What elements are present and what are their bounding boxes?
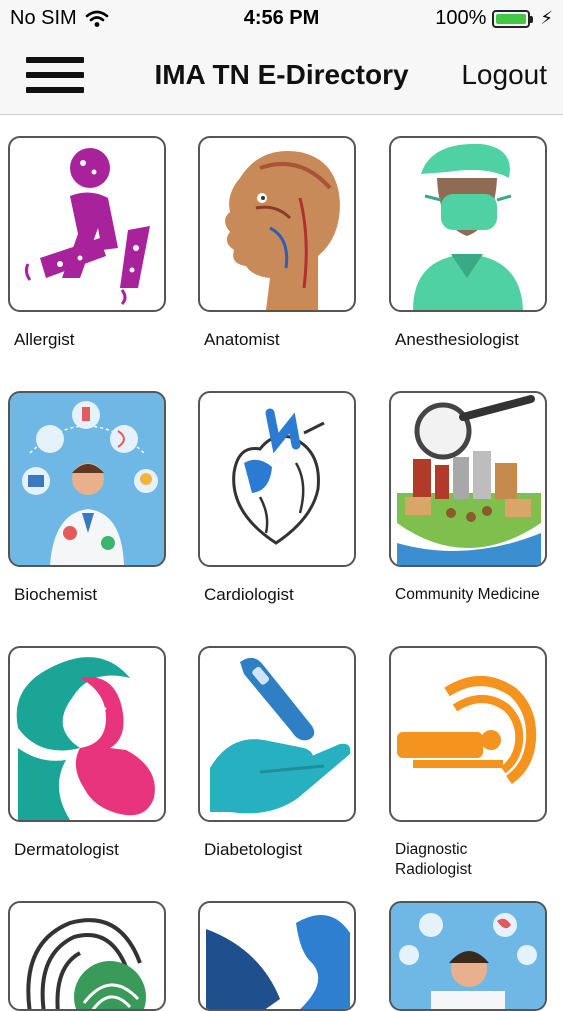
tile-label: Diabetologist bbox=[204, 840, 303, 859]
tile-label: Anesthesiologist bbox=[395, 330, 519, 349]
community-medicine-image bbox=[389, 391, 547, 567]
cardiologist-image bbox=[198, 391, 356, 567]
tile-label: Community Medicine bbox=[395, 586, 540, 603]
physician-image bbox=[389, 901, 547, 1011]
fingerprint-image bbox=[8, 901, 166, 1011]
tile-label: Allergist bbox=[14, 330, 75, 349]
biochemist-image bbox=[8, 391, 166, 567]
anatomist-image bbox=[198, 136, 356, 312]
dermatologist-image bbox=[8, 646, 166, 822]
tile-label: Diagnostic Radiologist bbox=[395, 841, 472, 878]
anesthesiologist-image bbox=[389, 136, 547, 312]
diabetologist-image bbox=[198, 646, 356, 822]
battery-icon bbox=[492, 9, 534, 28]
tile-label: Dermatologist bbox=[14, 840, 119, 859]
navigation-bar: IMA TN E-Directory Logout bbox=[0, 40, 563, 115]
charging-bolt-icon: ⚡ bbox=[540, 8, 553, 28]
tile-label: Biochemist bbox=[14, 585, 98, 604]
diagnostic-radiologist-image bbox=[389, 646, 547, 822]
stomach-image bbox=[198, 901, 356, 1011]
battery-percent: 100% bbox=[435, 7, 487, 29]
logout-button[interactable]: Logout bbox=[461, 59, 547, 91]
status-right: 100% ⚡ bbox=[435, 7, 553, 30]
tile-label: Cardiologist bbox=[204, 585, 294, 604]
tile-label: Anatomist bbox=[204, 330, 280, 349]
status-bar: No SIM 4:56 PM 100% ⚡ bbox=[0, 0, 563, 40]
allergist-image bbox=[8, 136, 166, 312]
